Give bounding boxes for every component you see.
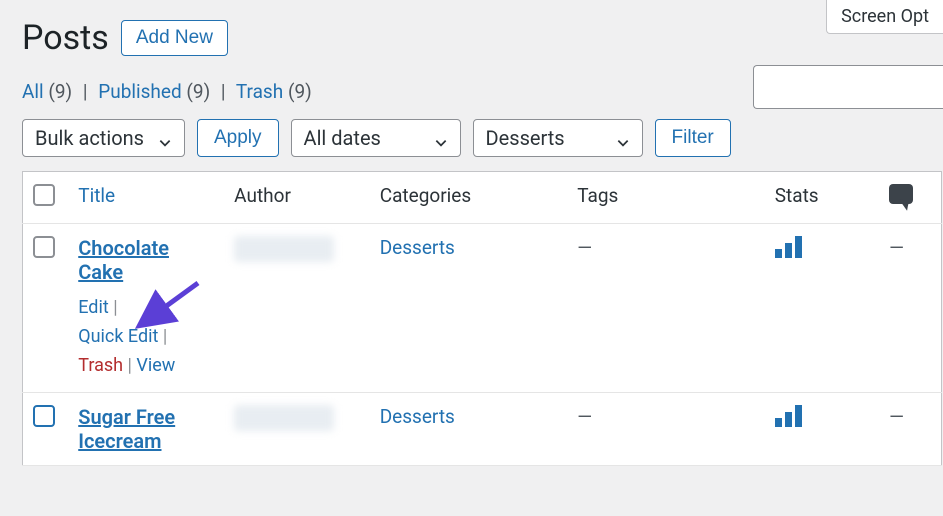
author-name[interactable] [234,236,334,262]
date-filter-select[interactable]: All dates [291,119,461,157]
filter-button[interactable]: Filter [655,119,731,157]
column-stats: Stats [765,172,879,224]
comments-value: — [889,405,904,428]
row-checkbox[interactable] [33,405,55,427]
category-filter-select[interactable]: Desserts [473,119,643,157]
stats-icon[interactable] [775,236,869,258]
stats-icon[interactable] [775,405,869,427]
chevron-down-icon [616,131,630,145]
filter-trash-count: (9) [288,80,312,103]
post-title-link[interactable]: Chocolate Cake [78,236,169,284]
chevron-down-icon [158,131,172,145]
row-checkbox[interactable] [33,236,55,258]
table-row: Chocolate Cake Edit | Quick Edit | Trash… [23,224,942,393]
apply-button[interactable]: Apply [197,119,279,157]
filter-published-count: (9) [186,80,210,103]
tags-value: — [577,236,592,259]
bulk-actions-select[interactable]: Bulk actions [22,119,185,157]
edit-link[interactable]: Edit [78,297,108,318]
screen-options-button[interactable]: Screen Opt [826,0,943,34]
column-categories: Categories [370,172,568,224]
select-all-checkbox[interactable] [33,184,55,206]
page-title: Posts [22,18,109,58]
filter-all-count: (9) [48,80,72,103]
filter-all[interactable]: All [22,80,44,103]
add-new-button[interactable]: Add New [121,20,228,56]
column-author: Author [224,172,370,224]
column-title[interactable]: Title [78,184,115,207]
chevron-down-icon [434,131,448,145]
author-name[interactable] [234,405,334,431]
tags-value: — [577,405,592,428]
search-input[interactable] [753,65,943,109]
row-actions: Edit | Quick Edit | Trash | View [78,294,214,380]
column-tags: Tags [567,172,765,224]
comments-value: — [889,236,904,259]
column-comments [879,172,941,224]
comment-icon [889,184,913,204]
table-row: Sugar Free Icecream Desserts — — [23,393,942,466]
category-link[interactable]: Desserts [380,405,455,428]
quick-edit-link[interactable]: Quick Edit [78,326,158,347]
filter-published[interactable]: Published [98,80,181,103]
post-title-link[interactable]: Sugar Free Icecream [78,405,175,453]
category-link[interactable]: Desserts [380,236,455,259]
view-link[interactable]: View [136,355,175,376]
posts-table: Title Author Categories Tags Stats Choco… [22,171,942,466]
filter-trash[interactable]: Trash [236,80,283,103]
trash-link[interactable]: Trash [78,355,123,376]
